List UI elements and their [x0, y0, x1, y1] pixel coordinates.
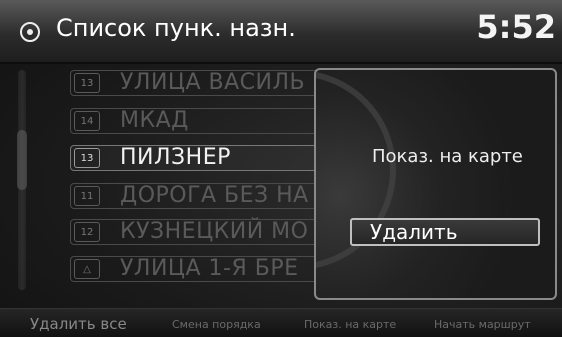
destination-flag-icon: △ — [74, 259, 100, 279]
list-item[interactable]: 11 ДОРОГА БЕЗ НА — [62, 183, 360, 209]
waypoint-badge-icon: 12 — [74, 222, 100, 242]
list-item-selected[interactable]: 13 ПИЛЗНЕР — [62, 145, 360, 171]
list-item[interactable]: △ УЛИЦА 1-Я БРЕ — [62, 256, 360, 282]
waypoint-badge-icon: 11 — [74, 186, 100, 206]
delete-all-button[interactable]: Удалить все — [30, 315, 127, 333]
page-title: Список пунк. назн. — [56, 14, 296, 42]
navigation-compass-icon — [20, 22, 40, 42]
header-bar: Список пунк. назн. 5:52 — [0, 0, 562, 64]
list-item-label: ДОРОГА БЕЗ НА — [120, 183, 309, 208]
list-item-label: УЛИЦА 1-Я БРЕ — [120, 256, 299, 281]
list-item[interactable]: 14 МКАД — [62, 108, 360, 134]
list-item-label: УЛИЦА ВАСИЛЬ — [120, 70, 306, 95]
list-item-label: МКАД — [120, 108, 189, 133]
waypoint-badge-icon: 13 — [74, 148, 100, 168]
list-item[interactable]: 13 УЛИЦА ВАСИЛЬ — [62, 70, 360, 96]
scrollbar-thumb[interactable] — [17, 130, 27, 190]
list-item-label: ПИЛЗНЕР — [120, 145, 231, 170]
start-route-button[interactable]: Начать маршрут — [434, 318, 531, 331]
context-menu-popup: Показ. на карте Удалить — [314, 68, 557, 300]
waypoint-badge-icon: 14 — [74, 111, 100, 131]
delete-button[interactable]: Удалить — [350, 218, 540, 246]
show-on-map-option[interactable]: Показ. на карте — [372, 146, 523, 167]
list-item[interactable]: 12 КУЗНЕЦКИЙ МО — [62, 219, 360, 245]
waypoint-badge-icon: 13 — [74, 73, 100, 93]
show-on-map-button[interactable]: Показ. на карте — [304, 318, 396, 331]
clock: 5:52 — [476, 8, 556, 46]
list-item-label: КУЗНЕЦКИЙ МО — [120, 219, 309, 244]
reorder-button[interactable]: Смена порядка — [172, 318, 261, 331]
footer-bar: Удалить все Смена порядка Показ. на карт… — [0, 308, 562, 337]
navigation-screen: Список пунк. назн. 5:52 13 УЛИЦА ВАСИЛЬ … — [0, 0, 562, 337]
